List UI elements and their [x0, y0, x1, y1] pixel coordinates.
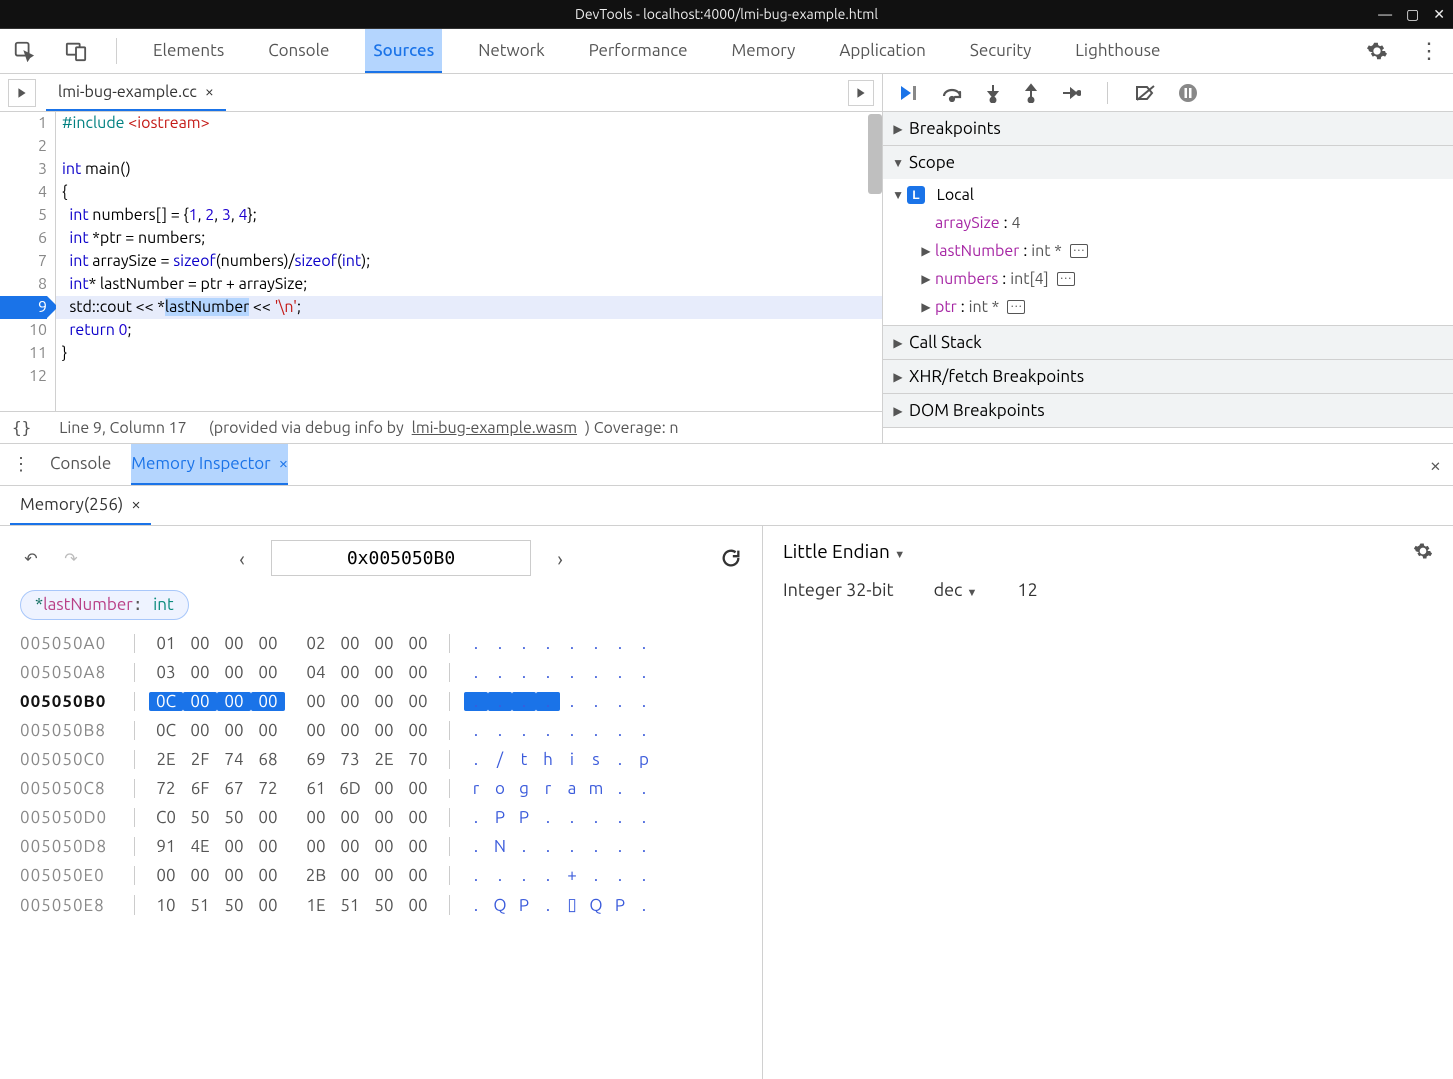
debug-info-link[interactable]: lmi-bug-example.wasm	[412, 419, 577, 437]
scope-local[interactable]: ▼L Local	[893, 181, 1443, 209]
drawer-tabs: ⋮ Console Memory Inspector× ×	[0, 444, 1453, 486]
section-dom[interactable]: ▶DOM Breakpoints	[883, 394, 1453, 427]
pause-exc-icon[interactable]	[1178, 83, 1198, 103]
resume-icon[interactable]	[899, 84, 919, 102]
tab-security[interactable]: Security	[962, 29, 1039, 73]
hex-row[interactable]: 005050C8726F6772616D0000rogram..	[20, 779, 742, 798]
prev-icon[interactable]: ‹	[231, 547, 253, 569]
endian-select[interactable]: Little Endian ▼	[783, 540, 905, 562]
step-into-icon[interactable]	[985, 83, 1001, 103]
file-name: lmi-bug-example.cc	[58, 83, 197, 101]
reveal-in-memory-icon[interactable]	[1007, 300, 1025, 314]
title-bar: DevTools - localhost:4000/lmi-bug-exampl…	[0, 0, 1453, 28]
tab-application[interactable]: Application	[831, 29, 934, 73]
close-memory-tab-icon[interactable]: ×	[131, 495, 141, 514]
bp-marker[interactable]: 9	[0, 296, 47, 319]
hex-row[interactable]: 005050A00100000002000000........	[20, 634, 742, 653]
close-tab-icon[interactable]: ×	[205, 83, 214, 101]
redo-icon[interactable]: ↷	[60, 547, 82, 569]
hex-row[interactable]: 005050B80C00000000000000........	[20, 721, 742, 740]
file-tab[interactable]: lmi-bug-example.cc ×	[46, 74, 226, 111]
tab-console[interactable]: Console	[260, 29, 337, 73]
device-toolbar-icon[interactable]	[64, 39, 88, 63]
drawer-tab-memory-inspector[interactable]: Memory Inspector×	[131, 444, 288, 485]
status-bar: {} Line 9, Column 17 (provided via debug…	[0, 411, 882, 443]
drawer-tab-console[interactable]: Console	[50, 444, 111, 485]
section-breakpoints[interactable]: ▶Breakpoints	[883, 112, 1453, 145]
tab-memory[interactable]: Memory	[724, 29, 804, 73]
minimize-icon[interactable]: —	[1378, 6, 1392, 23]
repr-settings-icon[interactable]	[1413, 541, 1433, 561]
pretty-print-icon[interactable]: {}	[12, 418, 31, 437]
reveal-in-memory-icon[interactable]	[1070, 244, 1088, 258]
gutter[interactable]: 12345678 9 101112	[0, 112, 56, 411]
close-drawer-tab-icon[interactable]: ×	[279, 454, 289, 473]
hex-row[interactable]: 005050E8105150001E515000.QP.▯QP.	[20, 895, 742, 915]
scrollbar-thumb[interactable]	[868, 114, 882, 194]
drawer-menu-icon[interactable]: ⋮	[12, 454, 30, 475]
cursor-position: Line 9, Column 17	[59, 419, 186, 437]
scope-var[interactable]: ▶numbers: int[4]	[893, 265, 1443, 293]
section-scope[interactable]: ▼Scope	[883, 146, 1453, 179]
settings-icon[interactable]	[1365, 39, 1389, 63]
main-tabbar: Elements Console Sources Network Perform…	[0, 29, 1453, 74]
hex-row[interactable]: 005050B00C00000000000000........	[20, 692, 742, 711]
close-drawer-icon[interactable]: ×	[1430, 453, 1441, 476]
more-icon[interactable]: ⋮	[1417, 39, 1441, 63]
tab-network[interactable]: Network	[470, 29, 552, 73]
navigator-toggle-icon[interactable]	[8, 79, 36, 107]
deactivate-bp-icon[interactable]	[1134, 84, 1156, 102]
section-xhr[interactable]: ▶XHR/fetch Breakpoints	[883, 360, 1453, 393]
maximize-icon[interactable]: ▢	[1406, 6, 1419, 23]
highlight-chip[interactable]: *lastNumber: int	[20, 590, 189, 620]
step-icon[interactable]	[1061, 85, 1081, 101]
code-editor[interactable]: 12345678 9 101112 #include <iostream> in…	[0, 112, 882, 411]
step-out-icon[interactable]	[1023, 83, 1039, 103]
next-icon[interactable]: ›	[549, 547, 571, 569]
scope-var[interactable]: ▶ptr: int *	[893, 293, 1443, 321]
more-tabs-icon[interactable]	[848, 80, 874, 106]
tab-lighthouse[interactable]: Lighthouse	[1067, 29, 1168, 73]
local-badge-icon: L	[907, 186, 925, 204]
scope-var[interactable]: arraySize: 4	[893, 209, 1443, 237]
debugger-toolbar	[883, 74, 1453, 112]
section-callstack[interactable]: ▶Call Stack	[883, 326, 1453, 359]
tab-performance[interactable]: Performance	[581, 29, 696, 73]
reveal-in-memory-icon[interactable]	[1057, 272, 1075, 286]
window-title: DevTools - localhost:4000/lmi-bug-exampl…	[575, 6, 878, 22]
hex-row[interactable]: 005050D8914E000000000000.N......	[20, 837, 742, 856]
scope-var[interactable]: ▶lastNumber: int *	[893, 237, 1443, 265]
close-icon[interactable]: ✕	[1433, 6, 1445, 23]
inspect-icon[interactable]	[12, 39, 36, 63]
hex-grid[interactable]: 005050A00100000002000000........ 005050A8…	[20, 634, 742, 915]
hex-row[interactable]: 005050C02E2F746869732E70./this.p	[20, 750, 742, 769]
refresh-icon[interactable]	[720, 547, 742, 569]
repr-label: Integer 32-bit	[783, 580, 894, 600]
hex-row[interactable]: 005050E0000000002B000000....+...	[20, 866, 742, 885]
tab-elements[interactable]: Elements	[145, 29, 232, 73]
repr-mode-select[interactable]: dec ▼	[934, 580, 978, 600]
hex-row[interactable]: 005050D0C050500000000000.PP.....	[20, 808, 742, 827]
tab-sources[interactable]: Sources	[365, 29, 442, 73]
undo-icon[interactable]: ↶	[20, 547, 42, 569]
step-over-icon[interactable]	[941, 84, 963, 102]
repr-value: 12	[1017, 580, 1037, 600]
memory-tab[interactable]: Memory(256)×	[10, 486, 151, 525]
address-input[interactable]	[271, 540, 531, 576]
hex-row[interactable]: 005050A80300000004000000........	[20, 663, 742, 682]
